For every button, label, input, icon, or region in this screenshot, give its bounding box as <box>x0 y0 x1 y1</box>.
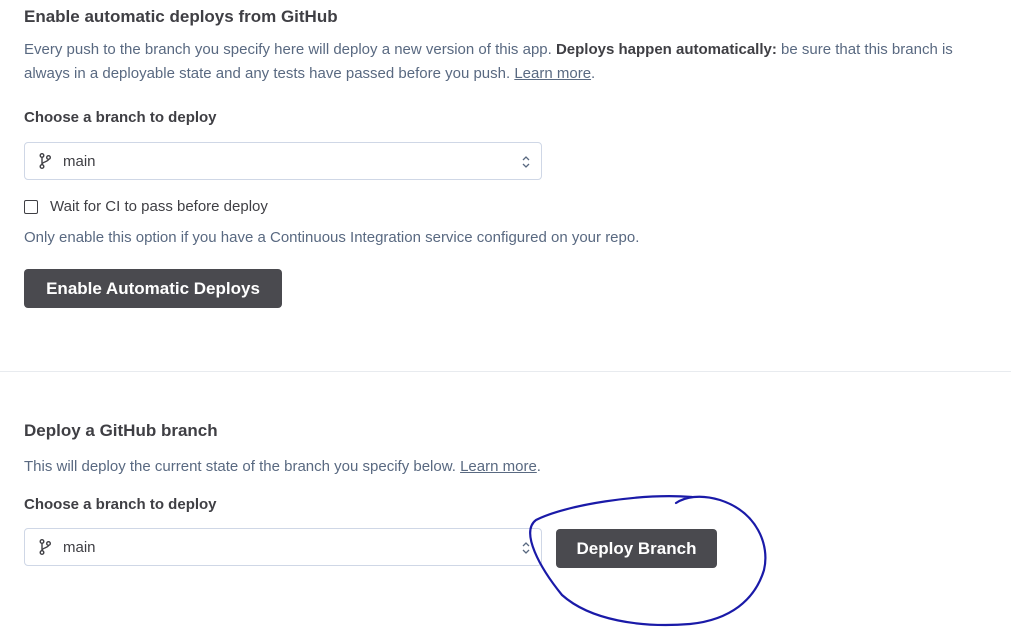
manual-deploy-period: . <box>536 458 541 475</box>
section-divider <box>0 371 1011 372</box>
auto-deploy-heading: Enable automatic deploys from GitHub <box>24 7 338 26</box>
auto-deploy-branch-value: main <box>63 152 96 170</box>
manual-deploy-branch-select[interactable]: main <box>24 528 542 566</box>
manual-deploy-description-text: This will deploy the current state of th… <box>24 458 456 475</box>
ci-checkbox-label[interactable]: Wait for CI to pass before deploy <box>50 198 268 215</box>
ci-help-text: Only enable this option if you have a Co… <box>24 229 640 246</box>
auto-deploy-description-bold: Deploys happen automatically: <box>555 41 777 58</box>
manual-deploy-branch-label: Choose a branch to deploy <box>24 496 217 513</box>
manual-deploy-branch-label-wrap: Choose a branch to deploy <box>24 495 217 515</box>
manual-deploy-branch-value: main <box>63 538 96 556</box>
git-branch-icon <box>37 538 53 556</box>
git-branch-icon <box>37 152 53 170</box>
chevron-up-down-icon <box>521 154 531 170</box>
auto-deploy-description-text: Every push to the branch you specify her… <box>24 41 552 58</box>
ci-checkbox[interactable] <box>24 199 38 214</box>
auto-deploy-branch-select[interactable]: main <box>24 142 542 180</box>
chevron-up-down-icon <box>521 540 531 556</box>
auto-deploy-description: Every push to the branch you specify her… <box>24 38 999 86</box>
enable-automatic-deploys-button[interactable]: Enable Automatic Deploys <box>24 269 282 308</box>
ci-checkbox-row: Wait for CI to pass before deploy <box>24 198 268 215</box>
manual-deploy-learn-more-link[interactable]: Learn more <box>460 458 537 475</box>
auto-deploy-branch-label-wrap: Choose a branch to deploy <box>24 108 217 128</box>
auto-deploy-section: Enable automatic deploys from GitHub Eve… <box>24 6 999 86</box>
auto-deploy-branch-label: Choose a branch to deploy <box>24 109 217 126</box>
manual-deploy-description: This will deploy the current state of th… <box>24 455 541 479</box>
deploy-branch-button[interactable]: Deploy Branch <box>556 529 717 568</box>
manual-deploy-heading: Deploy a GitHub branch <box>24 421 218 440</box>
auto-deploy-learn-more-link[interactable]: Learn more <box>514 65 591 82</box>
auto-deploy-period: . <box>591 65 596 82</box>
